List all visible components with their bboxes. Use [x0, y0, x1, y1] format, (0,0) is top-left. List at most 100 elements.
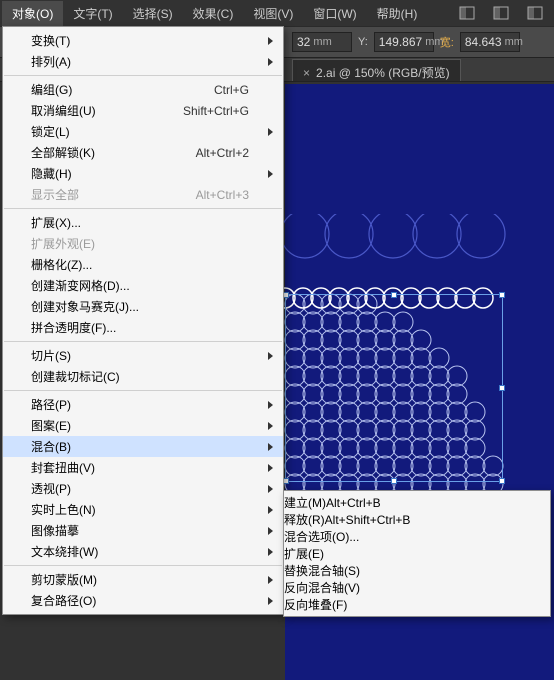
- menu-item-label: 隐藏(H): [31, 165, 72, 182]
- blend-menu-item[interactable]: 释放(R)Alt+Shift+Ctrl+B: [284, 511, 550, 528]
- submenu-arrow-icon: [268, 548, 273, 556]
- handle-n[interactable]: [391, 292, 397, 298]
- object-menu-item[interactable]: 封套扭曲(V): [3, 457, 283, 478]
- blend-menu-item[interactable]: 建立(M)Alt+Ctrl+B: [284, 494, 550, 511]
- menu-0[interactable]: 对象(O): [2, 1, 63, 26]
- menu-item-label: 封套扭曲(V): [31, 459, 95, 476]
- object-menu-item[interactable]: 图案(E): [3, 415, 283, 436]
- menu-item-label: 锁定(L): [31, 123, 70, 140]
- menu-item-label: 扩展(X)...: [31, 214, 81, 231]
- menu-item-label: 编组(G): [31, 81, 72, 98]
- object-menu-item[interactable]: 锁定(L): [3, 121, 283, 142]
- handle-e[interactable]: [499, 385, 505, 391]
- separator: [4, 208, 282, 209]
- object-menu-item[interactable]: 全部解锁(K) Alt+Ctrl+2: [3, 142, 283, 163]
- menu-item-label: 透视(P): [31, 480, 71, 497]
- object-menu-item[interactable]: 图像描摹: [3, 520, 283, 541]
- shortcut: Alt+Ctrl+3: [196, 188, 249, 202]
- close-icon[interactable]: ×: [303, 66, 310, 80]
- menu-item-label: 替换混合轴(S): [284, 564, 360, 578]
- selection-box[interactable]: [285, 294, 503, 482]
- blend-menu-item[interactable]: 反向混合轴(V): [284, 579, 550, 596]
- object-menu-item[interactable]: 文本绕排(W): [3, 541, 283, 562]
- object-menu-item[interactable]: 透视(P): [3, 478, 283, 499]
- separator: [4, 341, 282, 342]
- separator: [4, 75, 282, 76]
- object-menu: 变换(T) 排列(A) 编组(G) Ctrl+G 取消编组(U) Shift+Ctrl+G…: [2, 26, 284, 615]
- menu-item-label: 路径(P): [31, 396, 71, 413]
- submenu-arrow-icon: [268, 352, 273, 360]
- handle-s[interactable]: [391, 478, 397, 484]
- prefix-box[interactable]: 32 mm: [292, 32, 352, 52]
- menu-item-label: 变换(T): [31, 32, 70, 49]
- object-menu-item[interactable]: 取消编组(U) Shift+Ctrl+G: [3, 100, 283, 121]
- blend-menu-item[interactable]: 扩展(E): [284, 545, 550, 562]
- object-menu-item[interactable]: 混合(B): [3, 436, 283, 457]
- object-menu-item[interactable]: 编组(G) Ctrl+G: [3, 79, 283, 100]
- object-menu-item[interactable]: 创建裁切标记(C): [3, 366, 283, 387]
- menu-3[interactable]: 效果(C): [183, 1, 244, 26]
- w-label: 宽:: [438, 34, 456, 50]
- menu-2[interactable]: 选择(S): [123, 1, 183, 26]
- menu-item-label: 显示全部: [31, 186, 79, 203]
- menu-item-label: 反向混合轴(V): [284, 581, 360, 595]
- object-menu-item[interactable]: 栅格化(Z)...: [3, 254, 283, 275]
- menu-item-label: 取消编组(U): [31, 102, 96, 119]
- object-menu-item[interactable]: 实时上色(N): [3, 499, 283, 520]
- object-menu-item[interactable]: 创建渐变网格(D)...: [3, 275, 283, 296]
- menu-item-label: 排列(A): [31, 53, 71, 70]
- document-tab[interactable]: × 2.ai @ 150% (RGB/预览): [292, 59, 461, 81]
- handle-ne[interactable]: [499, 292, 505, 298]
- object-menu-item[interactable]: 剪切蒙版(M): [3, 569, 283, 590]
- menu-6[interactable]: 帮助(H): [367, 1, 428, 26]
- blend-menu-item[interactable]: 反向堆叠(F): [284, 596, 550, 613]
- shortcut: Alt+Shift+Ctrl+B: [325, 513, 411, 527]
- menu-item-label: 切片(S): [31, 347, 71, 364]
- menu-item-label: 反向堆叠(F): [284, 598, 347, 612]
- submenu-arrow-icon: [268, 576, 273, 584]
- object-menu-item[interactable]: 复合路径(O): [3, 590, 283, 611]
- menu-item-label: 栅格化(Z)...: [31, 256, 92, 273]
- handle-se[interactable]: [499, 478, 505, 484]
- shortcut: Alt+Ctrl+B: [326, 496, 381, 510]
- menubar: 对象(O)文字(T)选择(S)效果(C)视图(V)窗口(W)帮助(H): [0, 0, 554, 26]
- object-menu-item[interactable]: 路径(P): [3, 394, 283, 415]
- y-input[interactable]: 149.867 mm: [374, 32, 434, 52]
- separator: [4, 390, 282, 391]
- menu-5[interactable]: 窗口(W): [303, 1, 366, 26]
- submenu-arrow-icon: [268, 128, 273, 136]
- submenu-arrow-icon: [268, 464, 273, 472]
- arrange-icon[interactable]: [524, 4, 546, 22]
- object-menu-item[interactable]: 排列(A): [3, 51, 283, 72]
- object-menu-item: 扩展外观(E): [3, 233, 283, 254]
- shortcut: Shift+Ctrl+G: [183, 104, 249, 118]
- submenu-arrow-icon: [268, 37, 273, 45]
- menu-item-label: 扩展外观(E): [31, 235, 95, 252]
- object-menu-item[interactable]: 拼合透明度(F)...: [3, 317, 283, 338]
- object-menu-item: 显示全部 Alt+Ctrl+3: [3, 184, 283, 205]
- separator: [4, 565, 282, 566]
- blend-menu-item[interactable]: 混合选项(O)...: [284, 528, 550, 545]
- object-menu-item[interactable]: 切片(S): [3, 345, 283, 366]
- submenu-arrow-icon: [268, 506, 273, 514]
- menu-item-label: 全部解锁(K): [31, 144, 95, 161]
- submenu-arrow-icon: [268, 485, 273, 493]
- menu-item-label: 释放(R): [284, 513, 325, 527]
- doc-icon[interactable]: [490, 4, 512, 22]
- menu-1[interactable]: 文字(T): [63, 1, 122, 26]
- layout-icon[interactable]: [456, 4, 478, 22]
- object-menu-item[interactable]: 扩展(X)...: [3, 212, 283, 233]
- submenu-arrow-icon: [268, 597, 273, 605]
- menu-item-label: 创建渐变网格(D)...: [31, 277, 130, 294]
- shortcut: Ctrl+G: [214, 83, 249, 97]
- object-menu-item[interactable]: 变换(T): [3, 30, 283, 51]
- object-menu-item[interactable]: 隐藏(H): [3, 163, 283, 184]
- w-input[interactable]: 84.643 mm: [460, 32, 520, 52]
- shortcut: Alt+Ctrl+2: [196, 146, 249, 160]
- menu-4[interactable]: 视图(V): [243, 1, 303, 26]
- object-menu-item[interactable]: 创建对象马赛克(J)...: [3, 296, 283, 317]
- blend-submenu: 建立(M)Alt+Ctrl+B释放(R)Alt+Shift+Ctrl+B混合选项…: [283, 490, 551, 617]
- menu-item-label: 创建对象马赛克(J)...: [31, 298, 139, 315]
- menu-item-label: 实时上色(N): [31, 501, 96, 518]
- menu-item-label: 文本绕排(W): [31, 543, 98, 560]
